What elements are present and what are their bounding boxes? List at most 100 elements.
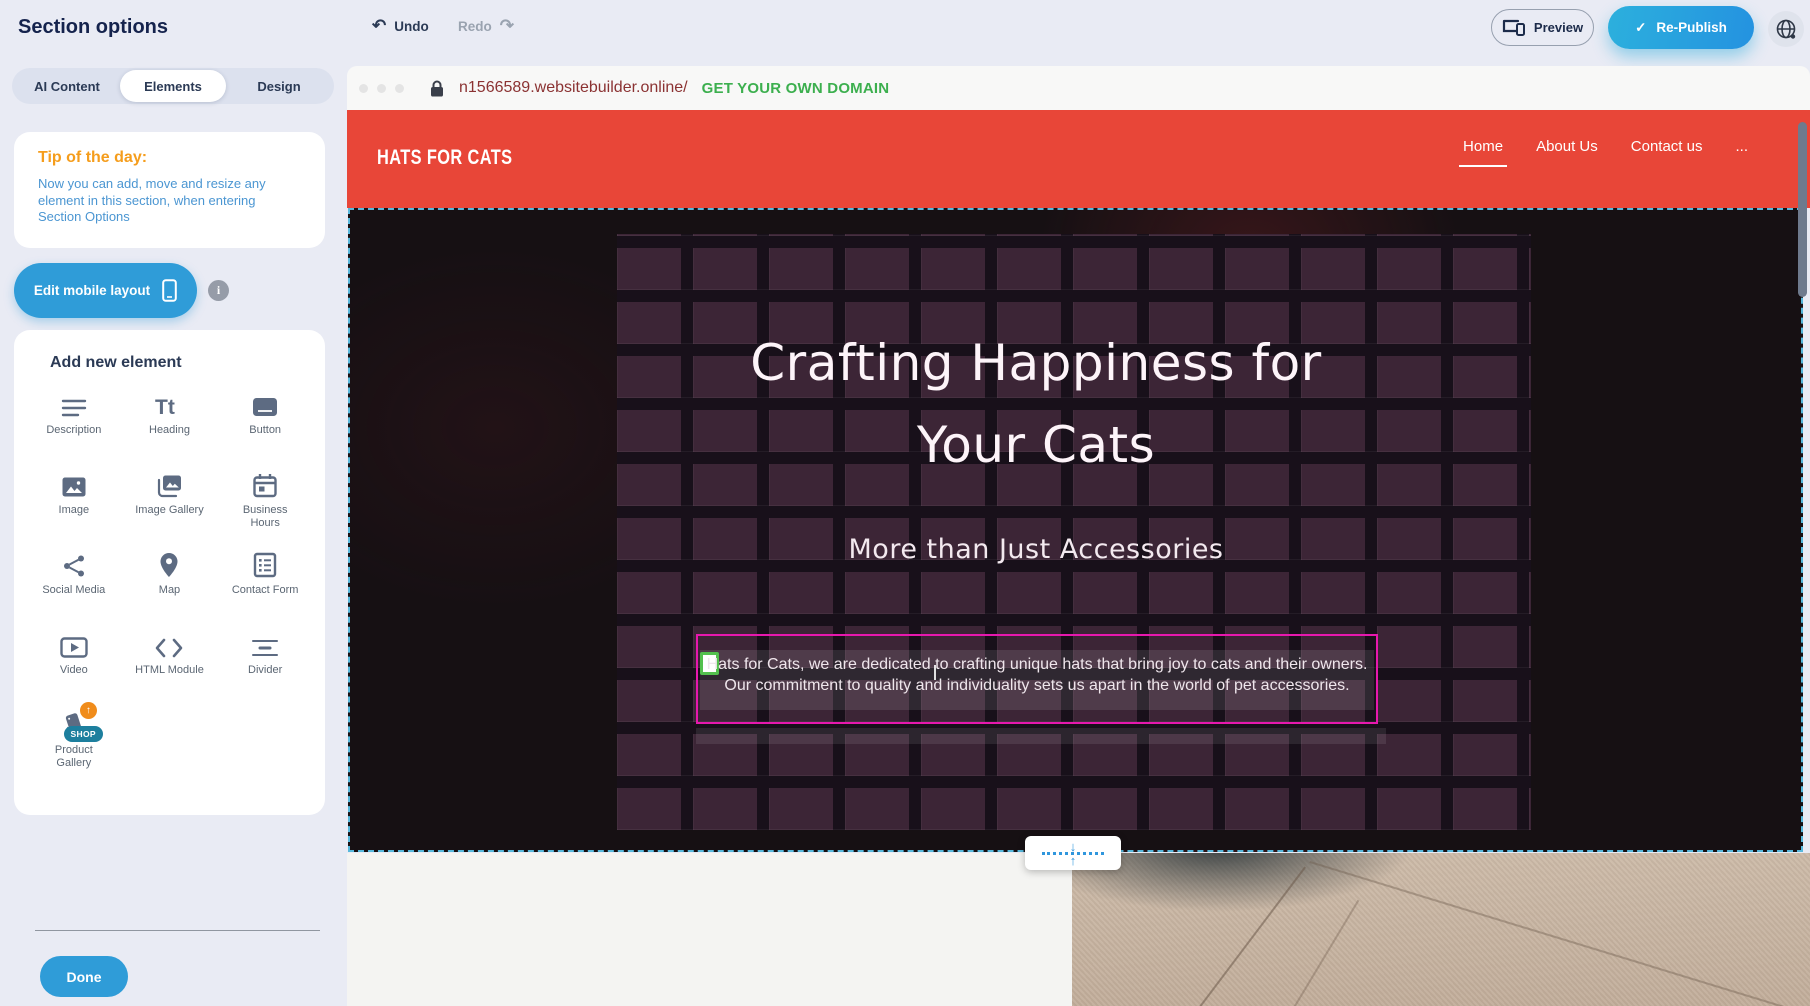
add-element-title: Add new element: [50, 354, 313, 372]
arrow-down-icon: ↓: [1070, 841, 1077, 852]
heading-text-icon: Tt: [154, 390, 184, 418]
button-icon: [251, 390, 279, 418]
site-logo[interactable]: HATS FOR CATS: [377, 146, 513, 170]
element-heading[interactable]: Tt Heading: [122, 390, 218, 454]
redo-button[interactable]: Redo ↷: [458, 16, 514, 36]
phone-icon: [162, 279, 177, 302]
element-video[interactable]: Video: [26, 630, 122, 694]
element-label: Contact Form: [232, 584, 299, 597]
paving-seam: [1184, 867, 1306, 1006]
hero-paragraph[interactable]: Hats for Cats, we are dedicated to craft…: [705, 654, 1369, 696]
element-image[interactable]: Image: [26, 470, 122, 534]
panel-tab-bar: AI Content Elements Design: [12, 68, 334, 104]
element-contact-form[interactable]: Contact Form: [217, 550, 313, 614]
hero-subheading[interactable]: More than Just Accessories: [696, 534, 1376, 565]
tab-design[interactable]: Design: [226, 70, 332, 102]
video-icon: [60, 630, 88, 658]
element-label: HTML Module: [135, 664, 204, 677]
undo-icon: ↶: [372, 16, 386, 36]
calendar-icon: [252, 470, 278, 498]
element-label: Image: [59, 504, 90, 517]
text-highlight-strip: [696, 728, 1386, 744]
image-icon: [61, 470, 87, 498]
code-icon: [155, 630, 183, 658]
nav-contact-us[interactable]: Contact us: [1631, 138, 1703, 155]
upgrade-arrow-badge: ↑: [80, 702, 97, 719]
element-description[interactable]: Description: [26, 390, 122, 454]
selected-text-element[interactable]: Hats for Cats, we are dedicated to craft…: [696, 634, 1378, 724]
element-label: Business Hours: [229, 504, 301, 530]
shop-badge: SHOP: [64, 726, 103, 742]
page-title: Section options: [18, 16, 168, 39]
edit-mobile-label: Edit mobile layout: [34, 283, 150, 298]
app-window: Section options AI Content Elements Desi…: [0, 0, 1810, 1006]
lock-icon: [430, 80, 444, 97]
nav-home[interactable]: Home: [1463, 138, 1503, 155]
image-gallery-icon: [155, 470, 183, 498]
section-options-panel: Section options AI Content Elements Desi…: [0, 0, 347, 1006]
tab-ai-content[interactable]: AI Content: [14, 70, 120, 102]
form-icon: [253, 550, 277, 578]
divider-icon: [251, 630, 279, 658]
element-label: Product Gallery: [38, 744, 110, 770]
element-button[interactable]: Button: [217, 390, 313, 454]
hero-section-selected[interactable]: Crafting Happiness for Your Cats More th…: [348, 208, 1803, 852]
map-pin-icon: [159, 550, 179, 578]
hero-heading[interactable]: Crafting Happiness for Your Cats: [696, 322, 1376, 486]
element-label: Divider: [248, 664, 282, 677]
panel-divider: [35, 930, 320, 931]
redo-icon: ↷: [500, 16, 514, 36]
checkmark-icon: ✓: [1635, 20, 1646, 36]
element-label: Button: [249, 424, 281, 437]
tab-elements[interactable]: Elements: [120, 70, 226, 102]
republish-label: Re-Publish: [1656, 20, 1727, 35]
tip-title: Tip of the day:: [38, 149, 299, 167]
description-lines-icon: [61, 390, 87, 418]
preview-label: Preview: [1534, 20, 1583, 35]
browser-dots: [359, 84, 404, 93]
element-divider[interactable]: Divider: [217, 630, 313, 694]
add-element-panel: Add new element Description Tt Heading: [14, 330, 325, 815]
element-business-hours[interactable]: Business Hours: [217, 470, 313, 534]
element-label: Social Media: [42, 584, 105, 597]
nav-more[interactable]: ...: [1735, 138, 1748, 155]
element-grid: Description Tt Heading Button: [26, 390, 313, 774]
republish-button[interactable]: ✓ Re-Publish: [1608, 6, 1754, 49]
paving-seam: [1291, 900, 1360, 1006]
svg-text:Tt: Tt: [155, 396, 175, 418]
globe-language-button[interactable]: [1768, 11, 1804, 47]
site-url[interactable]: n1566589.websitebuilder.online/: [459, 79, 688, 97]
element-label: Description: [46, 424, 101, 437]
preview-button[interactable]: Preview: [1491, 9, 1594, 46]
section-resize-handle[interactable]: ↓ ↑: [1025, 836, 1121, 870]
tip-body: Now you can add, move and resize any ele…: [38, 176, 299, 226]
product-gallery-icon: ↑ SHOP: [61, 710, 87, 738]
redo-label: Redo: [458, 19, 492, 34]
undo-button[interactable]: ↶ Undo: [372, 16, 429, 36]
next-section-image[interactable]: [1072, 853, 1810, 1006]
done-button[interactable]: Done: [40, 956, 128, 997]
element-html-module[interactable]: HTML Module: [122, 630, 218, 694]
element-label: Image Gallery: [135, 504, 203, 517]
browser-bar: n1566589.websitebuilder.online/ GET YOUR…: [347, 66, 1810, 110]
site-header: HATS FOR CATS Home About Us Contact us .…: [347, 110, 1810, 208]
info-icon[interactable]: i: [208, 280, 229, 301]
site-nav: Home About Us Contact us ...: [1463, 138, 1748, 155]
paving-seam: [1309, 861, 1810, 1006]
element-label: Heading: [149, 424, 190, 437]
share-icon: [62, 550, 86, 578]
nav-about-us[interactable]: About Us: [1536, 138, 1598, 155]
arrow-up-icon: ↑: [1070, 855, 1077, 866]
element-image-gallery[interactable]: Image Gallery: [122, 470, 218, 534]
devices-icon: [1502, 19, 1526, 36]
element-social-media[interactable]: Social Media: [26, 550, 122, 614]
next-section-blank[interactable]: [347, 853, 1072, 1006]
get-domain-link[interactable]: GET YOUR OWN DOMAIN: [702, 80, 890, 97]
element-map[interactable]: Map: [122, 550, 218, 614]
element-product-gallery[interactable]: ↑ SHOP Product Gallery: [26, 710, 122, 774]
element-label: Map: [159, 584, 180, 597]
edit-mobile-layout-button[interactable]: Edit mobile layout: [14, 263, 197, 318]
scrollbar-thumb[interactable]: [1798, 122, 1807, 297]
undo-label: Undo: [394, 19, 429, 34]
text-cursor: [934, 665, 936, 680]
